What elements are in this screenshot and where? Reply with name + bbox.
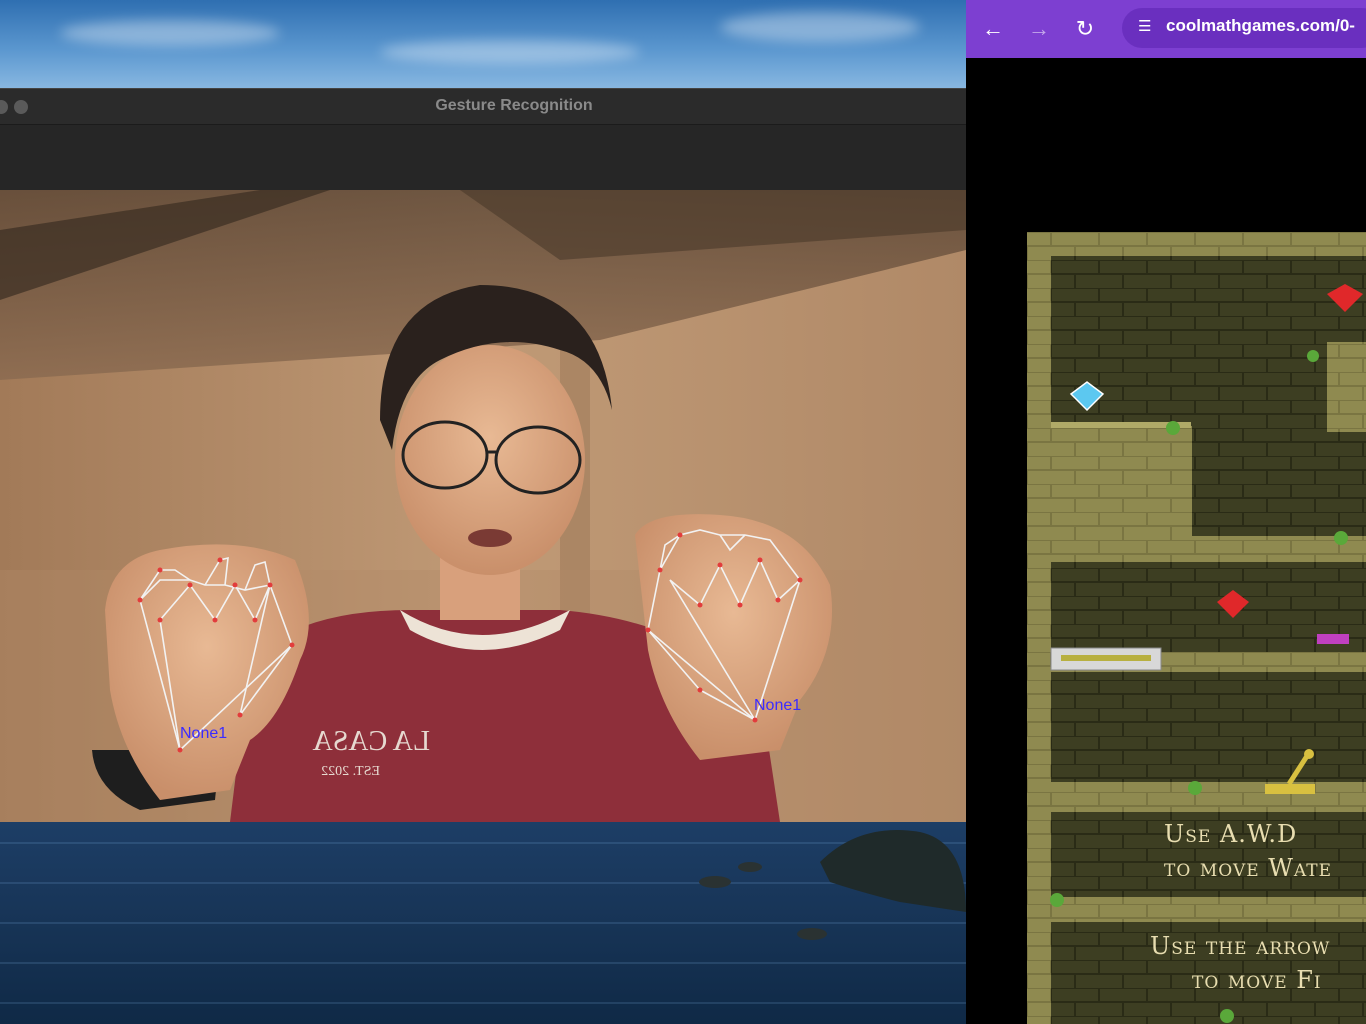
hint-fire-line1: Use the arrow (1150, 932, 1331, 960)
lever-icon[interactable] (1265, 784, 1315, 794)
hand-label-right: None1 (754, 697, 801, 714)
url-text[interactable]: coolmathgames.com/0- (1166, 16, 1355, 36)
gesture-window-titlebar[interactable]: Gesture Recognition (0, 88, 966, 125)
hint-water-line2: to move Wate (1164, 854, 1333, 882)
game-canvas[interactable]: Use A.W.D to move Wate Use the arrow to … (1027, 232, 1366, 1024)
coast-rocks (699, 830, 966, 940)
tune-icon[interactable]: ☰ (1138, 17, 1160, 39)
browser-toolbar: ← → ↻ ☰ coolmathgames.com/0- (966, 0, 1366, 58)
forward-button[interactable]: → (1024, 14, 1054, 44)
desktop-wallpaper-sea (0, 822, 966, 1024)
desktop-wallpaper-sky (0, 0, 966, 90)
hint-water-line1: Use A.W.D (1164, 820, 1298, 848)
temple-level (1027, 232, 1366, 1024)
back-button[interactable]: ← (978, 14, 1008, 44)
shirt-print: LA CASA (312, 726, 430, 757)
webcam-feed: LA CASA EST. 2022 None1 None1 (0, 190, 966, 822)
hint-fire-line2: to move Fi (1192, 966, 1322, 994)
pressure-button-icon[interactable] (1317, 634, 1349, 644)
window-title: Gesture Recognition (435, 97, 593, 114)
gesture-window-toolbar (0, 124, 966, 191)
webcam-frame: LA CASA EST. 2022 None1 None1 (0, 190, 966, 822)
reload-button[interactable]: ↻ (1070, 14, 1100, 44)
shirt-print-sub: EST. 2022 (321, 764, 380, 779)
hand-label-left: None1 (180, 725, 227, 742)
